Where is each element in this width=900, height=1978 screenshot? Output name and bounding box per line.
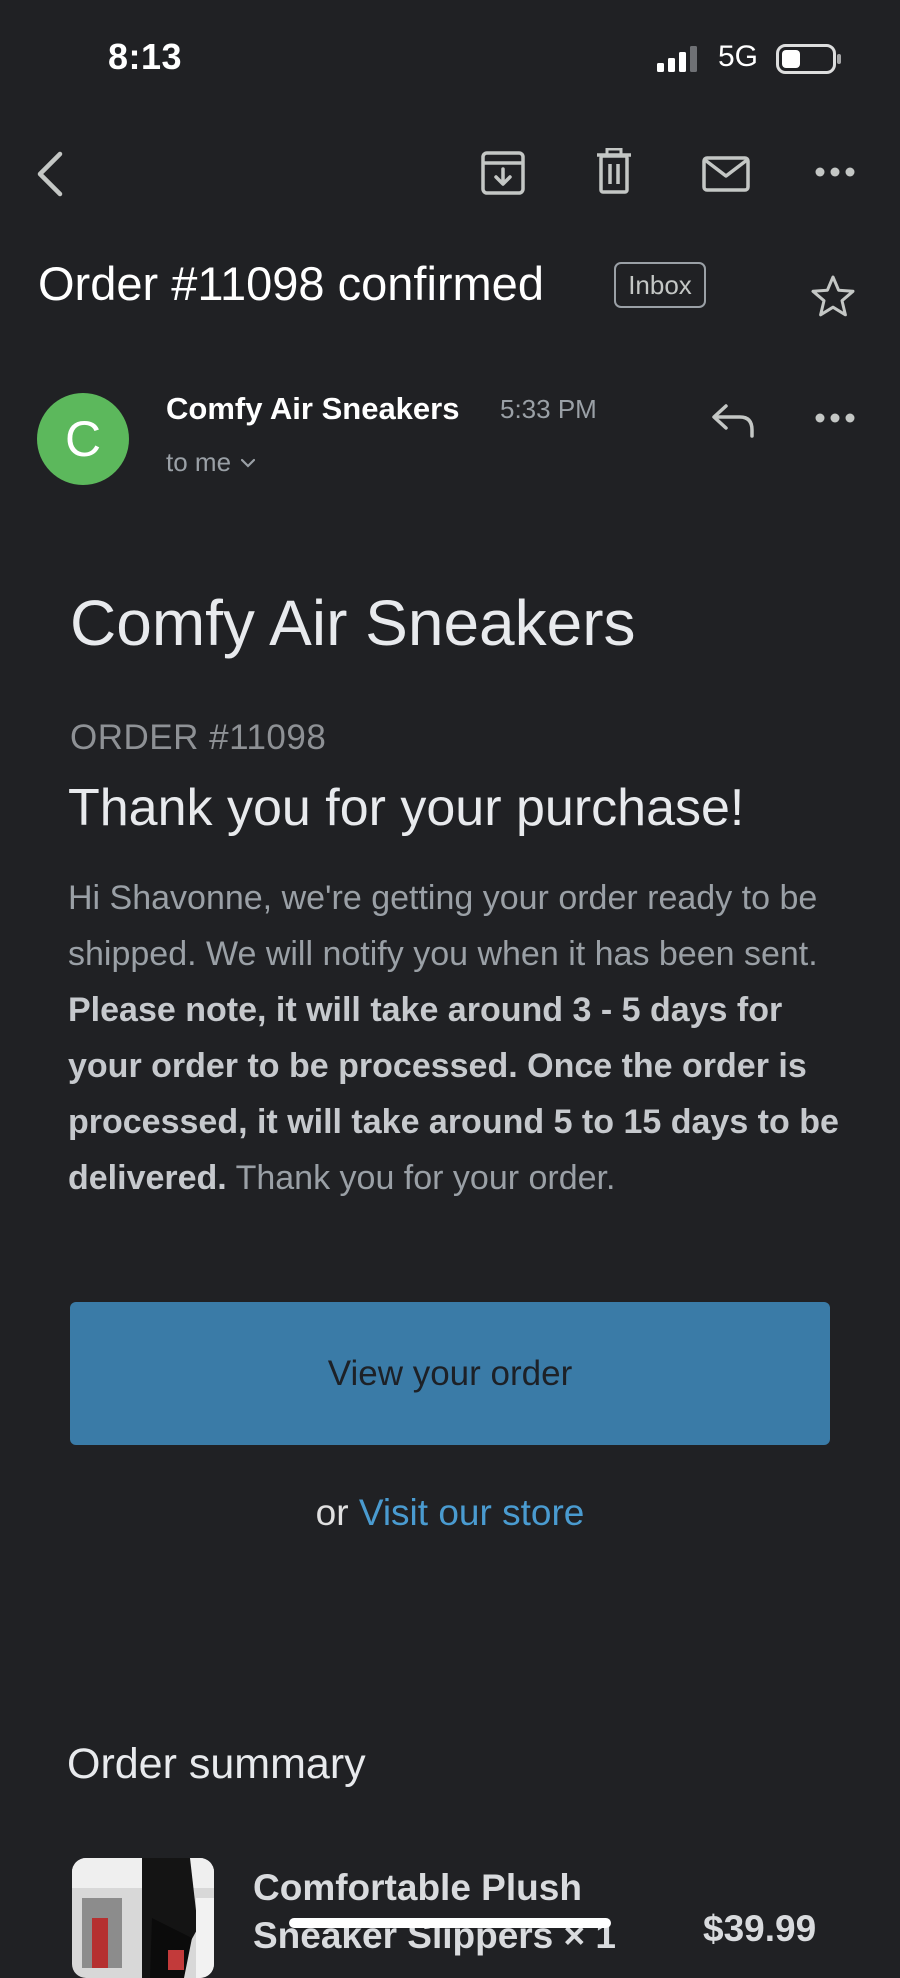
view-order-button[interactable]: View your order [70, 1302, 830, 1445]
avatar[interactable]: C [37, 393, 129, 485]
message-intro: Hi Shavonne, we're getting your order re… [68, 879, 818, 973]
home-indicator[interactable] [289, 1918, 611, 1928]
email-time: 5:33 PM [500, 394, 597, 424]
trash-icon [597, 148, 631, 194]
visit-store-line: or Visit our store [0, 1492, 900, 1534]
reply-icon [712, 404, 754, 438]
recipient-label: to me [166, 447, 232, 477]
order-summary-title: Order summary [67, 1740, 366, 1788]
status-time: 8:13 [108, 36, 183, 77]
thank-you-heading: Thank you for your purchase! [68, 779, 745, 837]
mark-unread-button[interactable] [702, 156, 750, 192]
delete-button[interactable] [596, 148, 632, 194]
chevron-left-icon [37, 151, 63, 197]
archive-icon [481, 151, 525, 195]
product-price: $39.99 [703, 1908, 817, 1949]
mail-icon [702, 156, 750, 192]
sender-name: Comfy Air Sneakers [166, 391, 460, 426]
archive-button[interactable] [480, 150, 526, 196]
more-options-button[interactable] [815, 166, 855, 178]
visit-store-link[interactable]: Visit our store [359, 1492, 585, 1533]
email-subject: Order #11098 confirmed [38, 257, 544, 310]
message-outro: Thank you for your order. [235, 1159, 616, 1197]
star-icon [811, 275, 855, 317]
product-name: Comfortable Plush Sneaker Slippers × 1 [253, 1867, 617, 1956]
star-button[interactable] [810, 274, 856, 318]
or-text: or [315, 1492, 349, 1533]
store-name: Comfy Air Sneakers [70, 587, 636, 659]
order-message: Hi Shavonne, we're getting your order re… [68, 870, 858, 1206]
more-horizontal-icon [815, 167, 855, 177]
signal-icon [657, 46, 701, 72]
label-chip[interactable]: Inbox [614, 262, 706, 308]
product-image[interactable] [72, 1858, 214, 1978]
battery-icon [776, 44, 842, 74]
message-more-button[interactable] [815, 412, 855, 424]
recipient-details-toggle[interactable]: to me [166, 447, 256, 478]
chevron-down-icon [241, 458, 256, 468]
network-type: 5G [718, 40, 759, 73]
order-number: ORDER #11098 [70, 718, 327, 757]
more-horizontal-icon [815, 413, 855, 423]
back-button[interactable] [34, 150, 66, 198]
reply-button[interactable] [710, 400, 758, 440]
